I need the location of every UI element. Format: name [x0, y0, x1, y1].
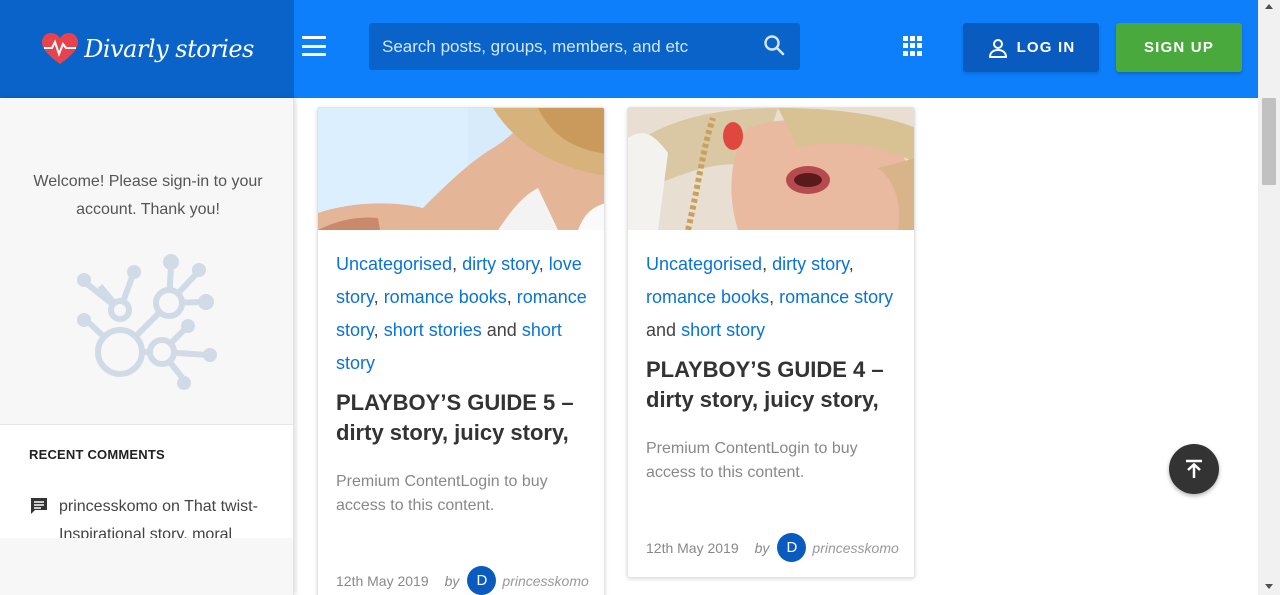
scroll-down-icon[interactable]	[1265, 584, 1273, 589]
category-joiner: and	[486, 320, 517, 340]
post-categories: Uncategorised, dirty story, romance book…	[646, 254, 894, 340]
scroll-thumb[interactable]	[1262, 98, 1276, 185]
back-to-top-icon	[1186, 459, 1202, 478]
back-to-top-button[interactable]	[1169, 444, 1219, 494]
post-image	[628, 108, 914, 230]
signup-label: SIGN UP	[1143, 39, 1215, 56]
post-categories: Uncategorised, dirty story, love story, …	[336, 254, 587, 373]
logo-text: Divarly stories	[84, 35, 254, 63]
avatar[interactable]: D	[467, 566, 497, 595]
top-header: Divarly stories LOG IN SIGN UP	[0, 0, 1258, 98]
post-excerpt: Premium ContentLogin to buy access to th…	[336, 473, 548, 514]
category-link[interactable]: romance books	[384, 287, 507, 307]
category-joiner: and	[646, 320, 677, 340]
post-date: 12th May 2019	[336, 572, 429, 589]
search-input[interactable]	[369, 23, 800, 70]
login-label: LOG IN	[1016, 39, 1076, 56]
recent-comments-widget: RECENT COMMENTS princesskomo on That twi…	[0, 424, 293, 543]
page-scrollbar[interactable]	[1258, 0, 1280, 595]
post-meta: 12th May 2019 by D princesskomo	[646, 533, 899, 562]
comment-on: on	[162, 498, 180, 515]
logo[interactable]: Divarly stories	[0, 0, 294, 98]
heart-pulse-icon	[42, 33, 79, 64]
network-icon	[77, 254, 217, 390]
post-author[interactable]: princesskomo	[502, 573, 588, 589]
post-title[interactable]: PLAYBOY’S GUIDE 5 – dirty story, juicy s…	[336, 388, 587, 448]
category-link[interactable]: dirty story	[772, 254, 849, 274]
post-excerpt: Premium ContentLogin to buy access to th…	[646, 440, 858, 481]
signup-button[interactable]: SIGN UP	[1116, 23, 1242, 72]
sidebar-bottom	[0, 538, 293, 595]
post-image	[318, 108, 604, 230]
category-link[interactable]: Uncategorised	[336, 254, 452, 274]
avatar[interactable]: D	[777, 533, 807, 562]
search-bar	[369, 23, 800, 70]
comment-icon	[31, 498, 47, 514]
menu-icon[interactable]	[302, 36, 326, 56]
category-link[interactable]: short story	[681, 320, 765, 340]
apps-grid-icon[interactable]	[903, 36, 923, 56]
category-link[interactable]: romance story	[779, 287, 893, 307]
post-title[interactable]: PLAYBOY’S GUIDE 4 – dirty story, juicy s…	[646, 355, 897, 415]
welcome-message: Welcome! Please sign-in to your account.…	[33, 173, 263, 218]
comment-author[interactable]: princesskomo	[59, 498, 158, 515]
sidebar: Welcome! Please sign-in to your account.…	[0, 98, 294, 595]
post-by: by	[444, 572, 460, 589]
search-icon[interactable]	[762, 33, 786, 57]
post-thumbnail[interactable]	[318, 108, 604, 230]
post-card: Uncategorised, dirty story, romance book…	[627, 107, 915, 578]
post-thumbnail[interactable]	[628, 108, 914, 230]
post-author[interactable]: princesskomo	[812, 540, 898, 556]
post-meta: 12th May 2019 by D princesskomo	[336, 566, 589, 595]
recent-comments-title: RECENT COMMENTS	[29, 447, 165, 462]
post-by: by	[754, 539, 770, 556]
category-link[interactable]: short stories	[384, 320, 482, 340]
post-date: 12th May 2019	[646, 539, 739, 556]
user-icon	[988, 38, 1007, 58]
logo-link[interactable]: Divarly stories	[40, 32, 254, 66]
category-link[interactable]: romance books	[646, 287, 769, 307]
login-button[interactable]: LOG IN	[963, 23, 1099, 72]
scroll-up-icon[interactable]	[1265, 4, 1273, 9]
category-link[interactable]: Uncategorised	[646, 254, 762, 274]
post-card: Uncategorised, dirty story, love story, …	[317, 107, 605, 595]
category-link[interactable]: dirty story	[462, 254, 539, 274]
